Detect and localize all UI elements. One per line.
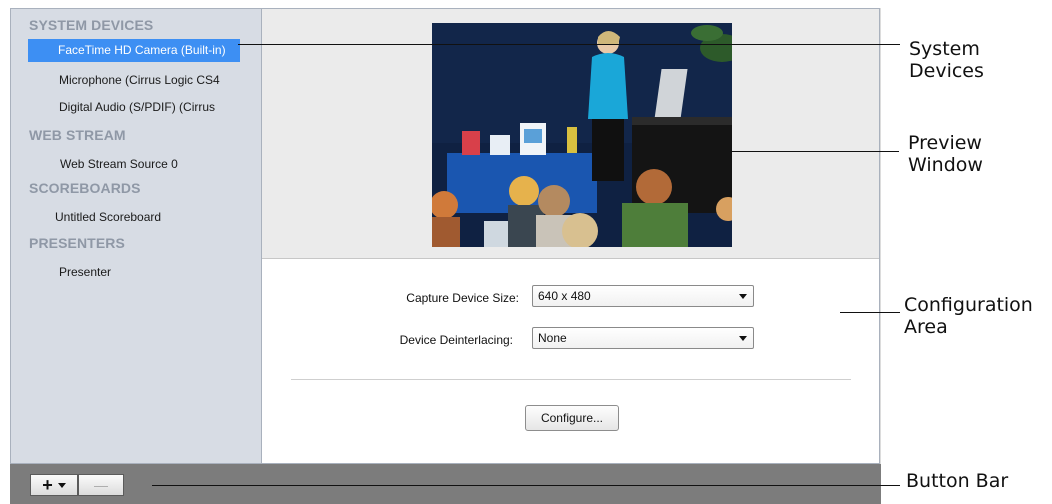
callout-text: Devices xyxy=(909,60,984,82)
capture-size-select[interactable]: 640 x 480 xyxy=(532,285,754,307)
camera-preview-image xyxy=(432,23,732,247)
sidebar-item-facetime-camera[interactable]: FaceTime HD Camera (Built-in) xyxy=(28,39,240,62)
callout-line-configuration-area xyxy=(840,312,900,313)
minus-icon: — xyxy=(94,477,108,493)
section-header-web-stream: WEB STREAM xyxy=(29,127,126,143)
deinterlacing-value: None xyxy=(538,331,567,345)
callout-configuration-area: Configuration Area xyxy=(904,294,1033,338)
sidebar-item-web-stream-source[interactable]: Web Stream Source 0 xyxy=(60,157,178,171)
sidebar-item-microphone[interactable]: Microphone (Cirrus Logic CS4 xyxy=(59,73,241,87)
remove-button[interactable]: — xyxy=(78,474,124,496)
callout-system-devices: System Devices xyxy=(909,38,984,82)
callout-line-button-bar xyxy=(152,485,900,486)
presenter-scene-illustration xyxy=(432,23,732,247)
callout-text: Window xyxy=(908,154,983,176)
section-header-scoreboards: SCOREBOARDS xyxy=(29,180,141,196)
add-button[interactable]: + xyxy=(30,474,78,496)
callout-text: Area xyxy=(904,316,948,338)
deinterlacing-select[interactable]: None xyxy=(532,327,754,349)
capture-size-value: 640 x 480 xyxy=(538,289,591,303)
capture-size-label: Capture Device Size: xyxy=(406,291,519,305)
callout-text: System xyxy=(909,38,980,60)
callout-button-bar: Button Bar xyxy=(906,470,1008,492)
sidebar-item-digital-audio[interactable]: Digital Audio (S/PDIF) (Cirrus xyxy=(59,100,243,114)
preview-area xyxy=(262,9,879,259)
chevron-down-icon xyxy=(57,482,66,488)
sidebar-item-untitled-scoreboard[interactable]: Untitled Scoreboard xyxy=(55,210,161,224)
dropdown-arrow-icon xyxy=(739,336,747,341)
plus-icon: + xyxy=(42,475,53,495)
device-sidebar: SYSTEM DEVICES FaceTime HD Camera (Built… xyxy=(10,8,262,464)
callout-line-system-devices xyxy=(238,44,900,45)
deinterlacing-label: Device Deinterlacing: xyxy=(399,333,513,347)
section-header-presenters: PRESENTERS xyxy=(29,235,125,251)
callout-line-preview-window xyxy=(731,151,899,152)
callout-text: Preview xyxy=(908,132,982,154)
dropdown-arrow-icon xyxy=(739,294,747,299)
sidebar-item-presenter[interactable]: Presenter xyxy=(59,265,111,279)
app-window: SYSTEM DEVICES FaceTime HD Camera (Built… xyxy=(10,8,881,504)
section-header-system-devices: SYSTEM DEVICES xyxy=(29,17,154,33)
main-panel: Capture Device Size: 640 x 480 Device De… xyxy=(262,8,880,464)
callout-text: Configuration xyxy=(904,294,1033,316)
callout-preview-window: Preview Window xyxy=(908,132,983,176)
button-bar: + — xyxy=(10,464,881,504)
configure-button[interactable]: Configure... xyxy=(525,405,619,431)
config-divider xyxy=(291,379,851,380)
callout-text: Button Bar xyxy=(906,470,1009,492)
